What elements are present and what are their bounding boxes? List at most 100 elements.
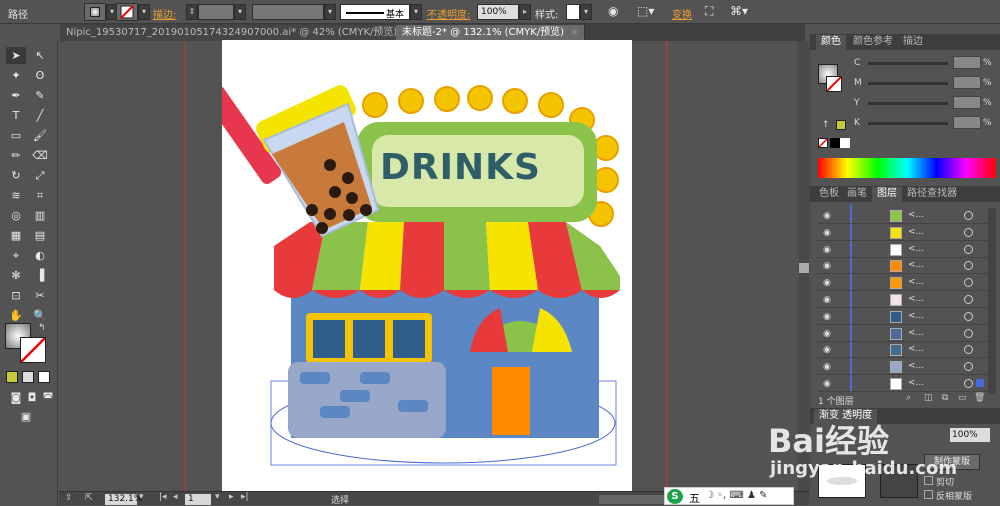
ime-punctuation-icon[interactable]: ☽ ◦, ⌨ ♟ ✎: [705, 490, 768, 501]
target-icon[interactable]: [964, 278, 973, 288]
ime-logo-icon[interactable]: S: [667, 489, 683, 504]
stroke-color-box[interactable]: [20, 337, 46, 363]
panel-menu-icon[interactable]: ⌘▾: [730, 4, 748, 18]
artboard-tool-icon[interactable]: ⊡: [6, 287, 26, 304]
layer-row[interactable]: ◉ <...: [818, 309, 994, 325]
pen-tool-icon[interactable]: ✒: [6, 87, 26, 104]
isolate-icon[interactable]: ⛶: [705, 4, 713, 19]
zoom-dropdown-icon[interactable]: ▾: [139, 492, 144, 502]
selected-indicator[interactable]: [976, 379, 984, 387]
color-mode-icon[interactable]: [6, 371, 18, 383]
opacity-input[interactable]: 100%: [477, 4, 519, 20]
layer-name[interactable]: <...: [908, 311, 924, 321]
artboard-number[interactable]: 1: [185, 494, 211, 505]
layer-name[interactable]: <...: [908, 210, 924, 220]
visibility-eye-icon[interactable]: ◉: [820, 227, 834, 239]
new-layer-icon[interactable]: ▭: [958, 393, 967, 403]
visibility-eye-icon[interactable]: ◉: [820, 260, 834, 272]
line-tool-icon[interactable]: ╱: [30, 107, 50, 124]
layer-row[interactable]: ◉ <...: [818, 359, 994, 376]
new-sublayer-icon[interactable]: ⧉: [942, 393, 948, 403]
none-mode-icon[interactable]: [38, 371, 50, 383]
target-icon[interactable]: [964, 295, 973, 304]
opacity-label[interactable]: 不透明度:: [427, 6, 470, 21]
lasso-icon[interactable]: ʘ: [30, 67, 50, 84]
channel-m-slider[interactable]: [868, 82, 948, 85]
brush-definition[interactable]: 基本: [340, 4, 410, 20]
width-tool-icon[interactable]: ≋: [6, 187, 26, 204]
curvature-icon[interactable]: ✎: [30, 87, 50, 104]
gradient-icon[interactable]: ▤: [30, 227, 50, 244]
artboard-dropdown-icon[interactable]: ▾: [215, 492, 220, 502]
channel-c-slider[interactable]: [868, 62, 948, 65]
last-artboard-icon[interactable]: ▸|: [241, 492, 249, 502]
mesh-icon[interactable]: ▦: [6, 227, 26, 244]
close-icon[interactable]: ×: [570, 27, 578, 38]
stroke-weight-stepper[interactable]: ⇕: [186, 4, 198, 20]
stroke-dropdown[interactable]: ▾: [138, 4, 150, 20]
stroke-label[interactable]: 描边:: [153, 6, 176, 21]
tab-stroke[interactable]: 描边: [898, 35, 928, 50]
target-icon[interactable]: [964, 379, 973, 388]
black-swatch[interactable]: [830, 138, 840, 148]
channel-y-input[interactable]: [953, 96, 981, 109]
transform-link[interactable]: 变换: [672, 6, 692, 21]
target-icon[interactable]: [964, 345, 973, 355]
visibility-eye-icon[interactable]: ◉: [820, 344, 834, 356]
shape-builder-icon[interactable]: ◎: [6, 207, 26, 224]
paintbrush-icon[interactable]: 🖌: [30, 127, 50, 144]
visibility-eye-icon[interactable]: ◉: [820, 378, 834, 390]
first-artboard-icon[interactable]: |◂: [159, 492, 167, 502]
target-icon[interactable]: [964, 362, 973, 372]
layer-name[interactable]: <...: [908, 328, 924, 338]
channel-m-input[interactable]: [953, 76, 981, 89]
layer-name[interactable]: <...: [908, 344, 924, 354]
visibility-eye-icon[interactable]: ◉: [820, 244, 834, 256]
layer-row[interactable]: ◉ <...: [818, 292, 994, 308]
share-icon[interactable]: ⇪: [65, 493, 73, 503]
tab-color-guide[interactable]: 颜色参考: [848, 35, 898, 50]
eraser-icon[interactable]: ⌫: [30, 147, 50, 164]
channel-y-slider[interactable]: [868, 102, 948, 105]
target-icon[interactable]: [964, 227, 973, 237]
tab-untitled-2[interactable]: 未标题-2* @ 132.1% (CMYK/预览) ×: [396, 25, 586, 41]
layers-scrollbar[interactable]: [988, 208, 996, 394]
visibility-eye-icon[interactable]: ◉: [820, 328, 834, 340]
tab-nipic[interactable]: Nipic_19530717_20190105174324907000.ai* …: [60, 25, 419, 41]
target-icon[interactable]: [964, 311, 973, 321]
swap-colors-icon[interactable]: ↰: [38, 323, 46, 333]
layer-name[interactable]: <...: [908, 227, 924, 237]
graphic-style-swatch[interactable]: [566, 4, 580, 20]
layer-row[interactable]: ◉ <...: [818, 275, 994, 292]
white-swatch[interactable]: [840, 138, 850, 148]
delete-layer-icon[interactable]: 🗑: [974, 393, 985, 403]
scale-icon[interactable]: ⤢: [30, 167, 50, 184]
hand-tool-icon[interactable]: ✋: [6, 307, 26, 324]
slice-icon[interactable]: ✂: [30, 287, 50, 304]
blend-icon[interactable]: ◐: [30, 247, 50, 264]
layer-row[interactable]: ◉ <...: [818, 376, 994, 392]
fill-swatch[interactable]: [84, 3, 106, 21]
visibility-eye-icon[interactable]: ◉: [820, 361, 834, 373]
rotate-icon[interactable]: ↻: [6, 167, 26, 184]
invert-mask-checkbox[interactable]: [924, 490, 933, 499]
style-dropdown[interactable]: ▾: [580, 4, 592, 20]
channel-c-input[interactable]: [953, 56, 981, 69]
scrollbar-thumb[interactable]: [799, 263, 809, 273]
clipping-mask-icon[interactable]: ◫: [924, 393, 933, 403]
tab-color[interactable]: 颜色: [816, 35, 846, 50]
tab-layers[interactable]: 图层: [872, 187, 902, 202]
ime-mode[interactable]: 五: [689, 490, 700, 506]
eyedropper-icon[interactable]: ⌖: [6, 247, 26, 264]
direct-selection-icon[interactable]: ↖: [30, 47, 50, 64]
layer-name[interactable]: <...: [908, 260, 924, 270]
graph-tool-icon[interactable]: ▥: [30, 207, 50, 224]
draw-inside-icon[interactable]: ◚: [38, 389, 58, 406]
color-stroke-box[interactable]: [826, 76, 842, 92]
none-swatch[interactable]: [818, 138, 828, 148]
target-icon[interactable]: [964, 244, 973, 254]
next-artboard-icon[interactable]: ▸: [229, 492, 234, 502]
align-icon[interactable]: ⬚▾: [637, 4, 654, 18]
layer-name[interactable]: <...: [908, 244, 924, 254]
tab-pathfinder[interactable]: 路径查找器: [902, 187, 962, 202]
